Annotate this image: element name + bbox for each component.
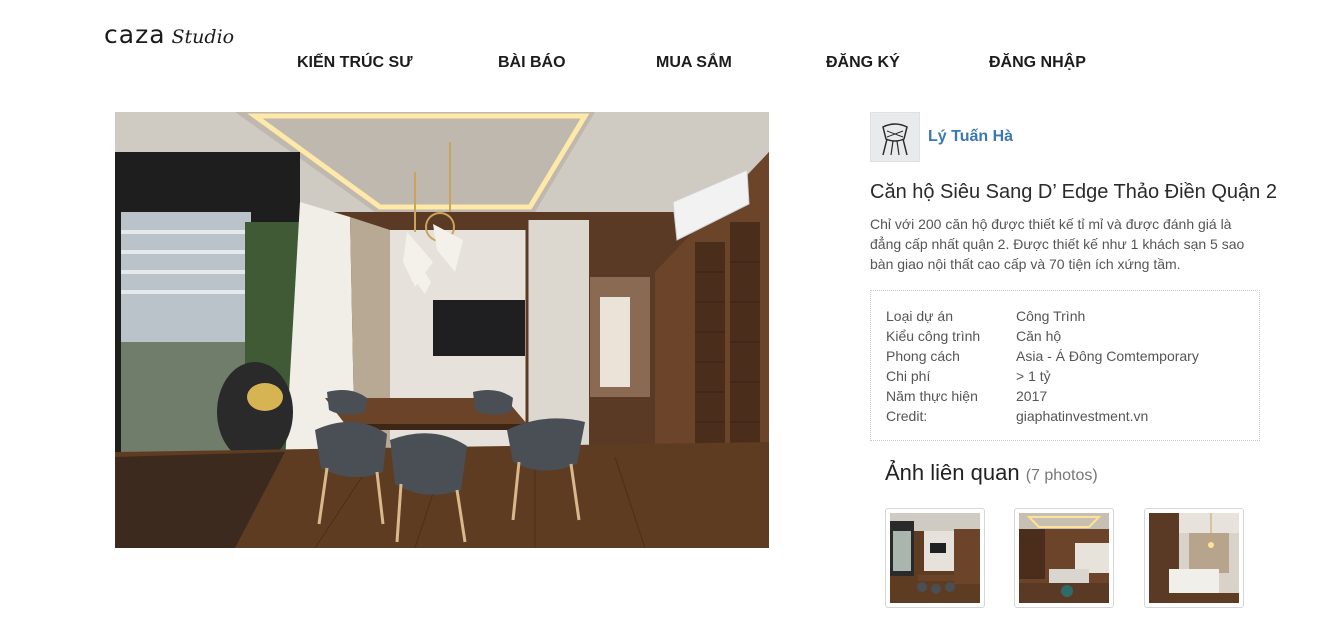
detail-row-project-type: Loại dự án Công Trình [886, 306, 1259, 326]
nav-register[interactable]: ĐĂNG KÝ [826, 54, 900, 72]
detail-label: Kiểu công trình [886, 328, 981, 344]
detail-label: Phong cách [886, 348, 960, 364]
thumbnail-image [1149, 513, 1239, 603]
project-title: Căn hộ Siêu Sang D’ Edge Thảo Điền Quận … [870, 181, 1277, 203]
detail-row-style: Phong cách Asia - Á Đông Comtemporary [886, 346, 1259, 366]
logo-wordmark: caza [104, 20, 166, 49]
detail-value: Asia - Á Đông Comtemporary [1016, 348, 1199, 364]
related-thumbnail-1[interactable] [885, 508, 985, 608]
thumbnail-image [1019, 513, 1109, 603]
related-photos-heading: Ảnh liên quan (7 photos) [885, 460, 1098, 486]
nav-login[interactable]: ĐĂNG NHẬP [989, 54, 1086, 72]
dining-room-image [115, 112, 769, 548]
detail-label: Chi phí [886, 368, 931, 384]
detail-row-credit: Credit: giaphatinvestment.vn [886, 406, 1259, 426]
author-name-link[interactable]: Lý Tuấn Hà [928, 128, 1013, 146]
site-logo[interactable]: caza Studio [104, 22, 234, 54]
author-avatar[interactable] [870, 112, 920, 162]
detail-row-year: Năm thực hiện 2017 [886, 386, 1259, 406]
related-title-text: Ảnh liên quan [885, 460, 1020, 485]
chair-icon [871, 113, 919, 161]
thumbnail-image [890, 513, 980, 603]
project-description: Chỉ với 200 căn hộ được thiết kế tỉ mỉ v… [870, 216, 1245, 272]
detail-label: Loại dự án [886, 308, 953, 324]
logo-script: Studio [171, 26, 235, 48]
related-photo-count: (7 photos) [1025, 467, 1098, 484]
detail-value: Công Trình [1016, 308, 1086, 324]
detail-row-cost: Chi phí > 1 tỷ [886, 366, 1259, 386]
detail-value: 2017 [1016, 388, 1048, 404]
project-details-box: Loại dự án Công Trình Kiểu công trình Că… [870, 290, 1260, 441]
nav-shopping[interactable]: MUA SẮM [656, 54, 732, 72]
author-block: Lý Tuấn Hà [870, 112, 1013, 162]
related-thumbnail-2[interactable] [1014, 508, 1114, 608]
related-thumbnail-3[interactable] [1144, 508, 1244, 608]
nav-architects[interactable]: KIẾN TRÚC SƯ [297, 54, 413, 72]
detail-row-building-type: Kiểu công trình Căn hộ [886, 326, 1259, 346]
detail-value: giaphatinvestment.vn [1016, 408, 1149, 424]
main-project-photo[interactable] [115, 112, 769, 548]
detail-label: Credit: [886, 408, 928, 424]
nav-articles[interactable]: BÀI BÁO [498, 54, 566, 72]
main-nav: KIẾN TRÚC SƯ BÀI BÁO MUA SẮM ĐĂNG KÝ ĐĂN… [0, 54, 1344, 74]
detail-label: Năm thực hiện [886, 388, 978, 404]
detail-value: Căn hộ [1016, 328, 1062, 344]
detail-value: > 1 tỷ [1016, 368, 1051, 384]
